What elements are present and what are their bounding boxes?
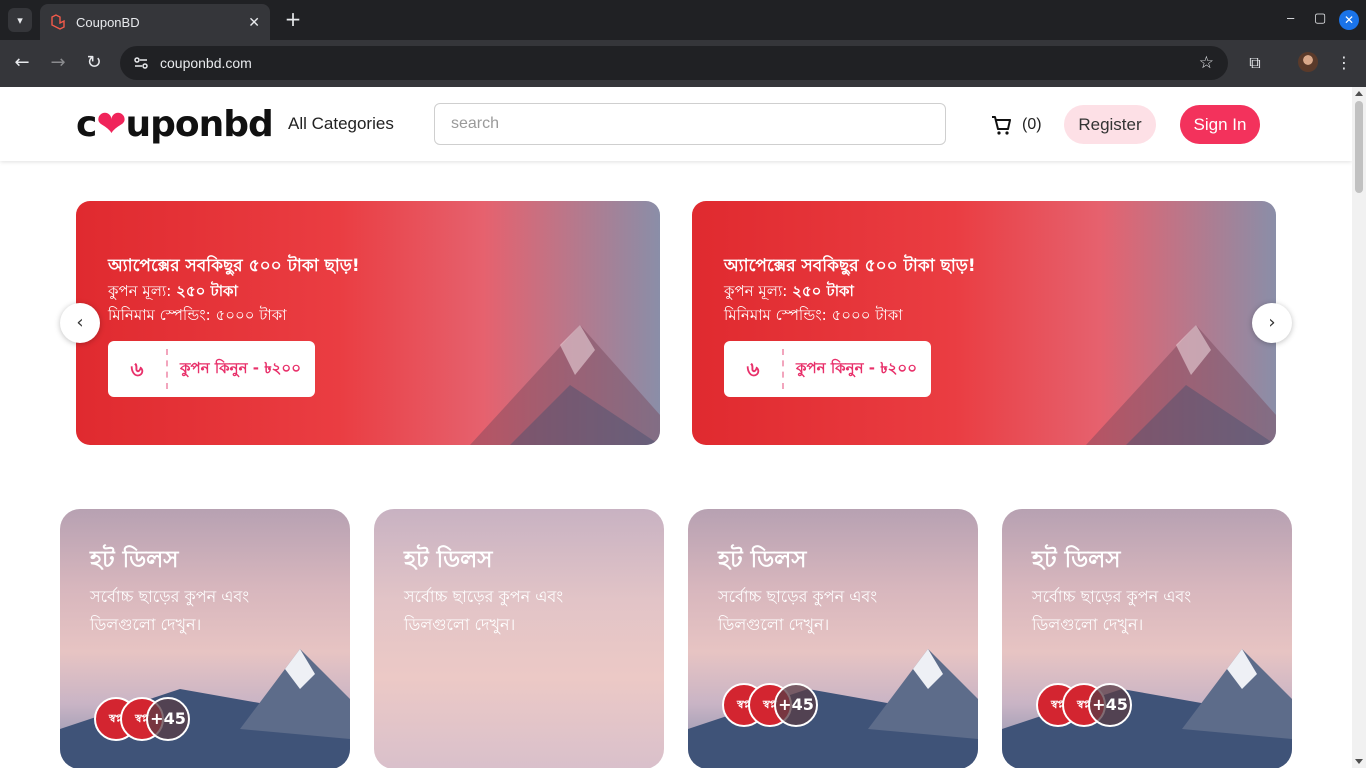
tab-search-button[interactable]: ▾ — [8, 8, 32, 32]
hot-deals-card[interactable]: হট ডিলস সর্বোচ্চ ছাড়ের কুপন এবং ডিলগুলো… — [688, 509, 978, 768]
more-brands-badge: +45 — [1088, 683, 1132, 727]
cart-count: (0) — [1022, 116, 1042, 133]
browser-tab-strip: ▾ CouponBD ✕ + – ▢ ✕ — [0, 0, 1366, 40]
forward-arrow-icon[interactable]: → — [45, 50, 71, 76]
cart-button[interactable]: (0) — [990, 114, 1042, 136]
reload-icon[interactable]: ↻ — [81, 50, 107, 76]
card-description: সর্বোচ্চ ছাড়ের কুপন এবং ডিলগুলো দেখুন। — [90, 587, 250, 634]
page-viewport: c❤uponbd All Categories (0) Register Sig… — [0, 87, 1352, 768]
brand-avatar-group: স্বপ্ন স্বপ্ন +45 — [94, 697, 190, 741]
all-categories-link[interactable]: All Categories — [288, 114, 394, 134]
card-title: হট ডিলস — [1032, 547, 1121, 573]
buy-coupon-label: কুপন কিনুন - ৳২০০ — [180, 358, 301, 377]
mountain-image — [1086, 325, 1276, 445]
card-title: হট ডিলস — [90, 547, 179, 573]
profile-avatar[interactable] — [1298, 52, 1318, 72]
hot-deals-card[interactable]: হট ডিলস সর্বোচ্চ ছাড়ের কুপন এবং ডিলগুলো… — [60, 509, 350, 768]
register-button[interactable]: Register — [1064, 105, 1156, 144]
promo-banner[interactable]: অ্যাপেক্সের সবকিছুর ৫০০ টাকা ছাড়! কুপন … — [692, 201, 1276, 445]
extensions-icon[interactable]: ⧉ — [1244, 52, 1266, 74]
promo-banner[interactable]: অ্যাপেক্সের সবকিছুর ৫০০ টাকা ছাড়! কুপন … — [76, 201, 660, 445]
browser-tab[interactable]: CouponBD ✕ — [40, 4, 270, 40]
close-window-button[interactable]: ✕ — [1339, 10, 1359, 30]
site-header: c❤uponbd All Categories (0) Register Sig… — [0, 87, 1352, 161]
mountain-image — [60, 649, 350, 768]
url-text: couponbd.com — [160, 55, 252, 71]
scrollbar-thumb[interactable] — [1355, 101, 1363, 193]
sign-in-button[interactable]: Sign In — [1180, 105, 1260, 144]
browser-toolbar: ← → ↻ couponbd.com ☆ ⧉ ⋮ — [0, 40, 1366, 87]
card-title: হট ডিলস — [718, 547, 807, 573]
brand-logo-icon: ৬ — [108, 349, 168, 389]
cart-icon — [992, 116, 1011, 135]
minimize-button[interactable]: – — [1287, 10, 1294, 25]
scroll-up-arrow-icon[interactable] — [1355, 91, 1363, 96]
card-description: সর্বোচ্চ ছাড়ের কুপন এবং ডিলগুলো দেখুন। — [718, 587, 878, 634]
hot-deals-card[interactable]: হট ডিলস সর্বোচ্চ ছাড়ের কুপন এবং ডিলগুলো… — [1002, 509, 1292, 768]
menu-dots-icon[interactable]: ⋮ — [1333, 52, 1355, 74]
banner-title: অ্যাপেক্সের সবকিছুর ৫০০ টাকা ছাড়! — [108, 256, 360, 276]
card-description: সর্বোচ্চ ছাড়ের কুপন এবং ডিলগুলো দেখুন। — [1032, 587, 1192, 634]
page-scrollbar[interactable] — [1352, 87, 1366, 768]
mountain-image — [470, 325, 660, 445]
search-input[interactable] — [434, 103, 946, 145]
scroll-down-arrow-icon[interactable] — [1355, 759, 1363, 764]
couponbd-logo[interactable]: c ❤ uponbd — [76, 101, 274, 147]
banner-coupon-value: কুপন মূল্য: ২৫০ টাকা — [724, 282, 854, 300]
brand-avatar-group: স্বপ্ন স্বপ্ন +45 — [1036, 683, 1132, 727]
tab-title: CouponBD — [76, 14, 140, 30]
heart-icon: ❤ — [96, 103, 126, 145]
buy-coupon-button[interactable]: ৬ কুপন কিনুন - ৳২০০ — [108, 341, 315, 397]
banner-min-spend: মিনিমাম স্পেন্ডিং: ৫০০০ টাকা — [724, 306, 903, 324]
carousel-next-button[interactable]: › — [1252, 303, 1292, 343]
more-brands-badge: +45 — [146, 697, 190, 741]
buy-coupon-button[interactable]: ৬ কুপন কিনুন - ৳২০০ — [724, 341, 931, 397]
carousel-prev-button[interactable]: ‹ — [60, 303, 100, 343]
brand-avatar-group: স্বপ্ন স্বপ্ন +45 — [722, 683, 818, 727]
card-description: সর্বোচ্চ ছাড়ের কুপন এবং ডিলগুলো দেখুন। — [404, 587, 564, 634]
back-arrow-icon[interactable]: ← — [9, 50, 35, 76]
banner-title: অ্যাপেক্সের সবকিছুর ৫০০ টাকা ছাড়! — [724, 256, 976, 276]
address-bar[interactable]: couponbd.com ☆ — [120, 46, 1228, 80]
hot-deals-card[interactable]: হট ডিলস সর্বোচ্চ ছাড়ের কুপন এবং ডিলগুলো… — [374, 509, 664, 768]
buy-coupon-label: কুপন কিনুন - ৳২০০ — [796, 358, 917, 377]
laravel-favicon-icon — [51, 14, 65, 30]
banner-coupon-value: কুপন মূল্য: ২৫০ টাকা — [108, 282, 238, 300]
new-tab-button[interactable]: + — [282, 8, 304, 32]
banner-min-spend: মিনিমাম স্পেন্ডিং: ৫০০০ টাকা — [108, 306, 287, 324]
site-settings-icon[interactable] — [132, 54, 150, 72]
more-brands-badge: +45 — [774, 683, 818, 727]
tab-close-icon[interactable]: ✕ — [248, 14, 260, 31]
maximize-button[interactable]: ▢ — [1314, 10, 1326, 26]
brand-logo-icon: ৬ — [724, 349, 784, 389]
card-title: হট ডিলস — [404, 547, 493, 573]
bookmark-star-icon[interactable]: ☆ — [1199, 53, 1214, 73]
